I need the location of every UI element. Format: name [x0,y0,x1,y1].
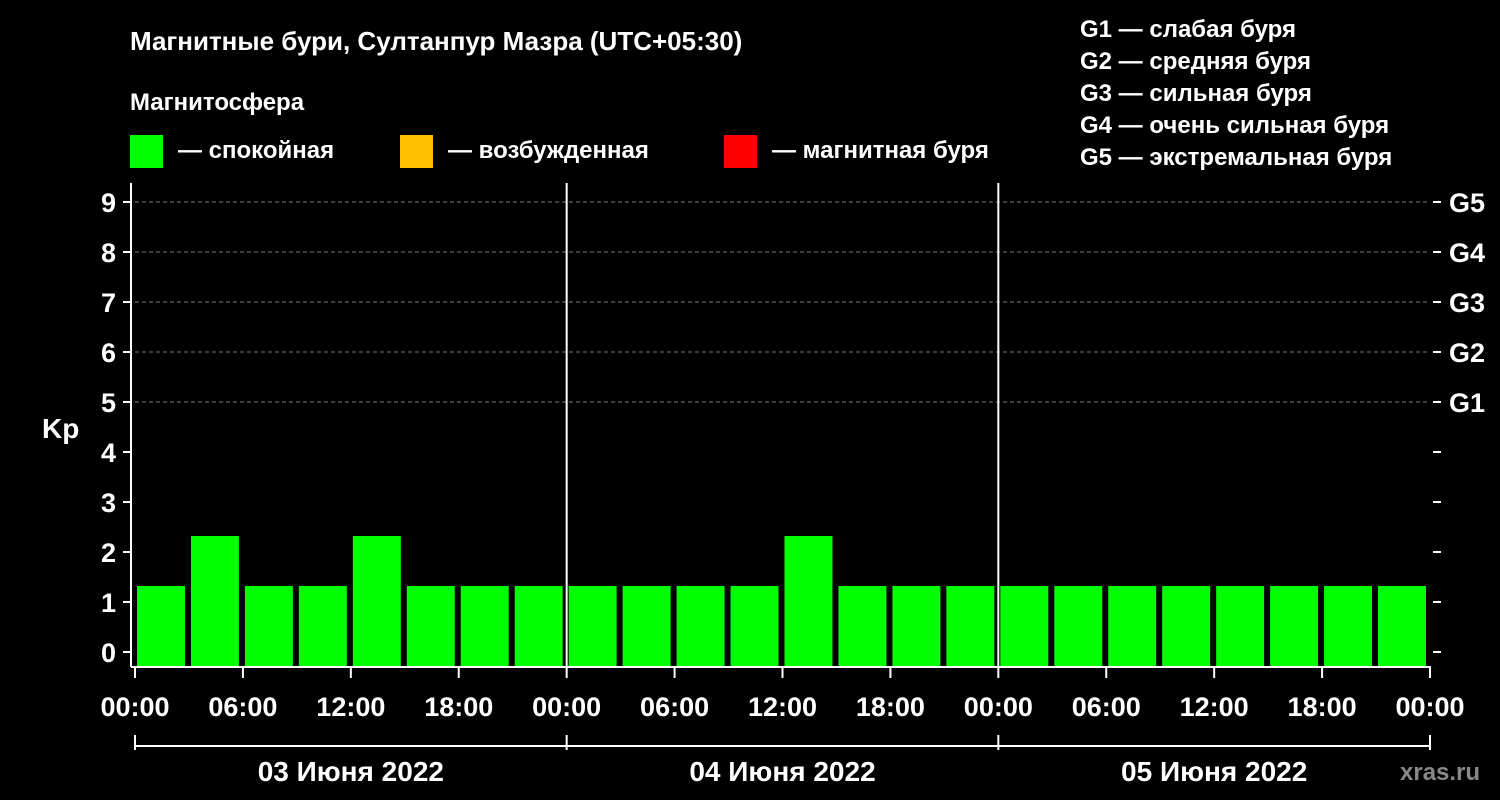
kp-chart: Магнитные бури, Султанпур Мазра (UTC+05:… [42,16,1485,787]
x-tick-label: 00:00 [1395,692,1464,722]
kp-bar [298,586,347,667]
kp-bar [1270,586,1319,667]
g-level-label: G3 [1449,288,1485,318]
g-legend-g5: G5 — экстремальная буря [1080,144,1392,171]
kp-bar [1378,586,1426,667]
x-tick-label: 12:00 [1180,692,1249,722]
kp-bar [892,586,941,667]
y-tick-label: 4 [101,438,116,468]
legend-label-excited: — возбужденная [448,137,649,164]
legend-swatch-excited [400,135,433,168]
g-scale-legend: G1 — слабая буря G2 — средняя буря G3 — … [1080,16,1392,171]
kp-bar [1108,586,1157,667]
legend-swatch-storm [724,135,757,168]
kp-bar [784,536,833,667]
kp-bar [460,586,509,667]
x-tick-label: 00:00 [964,692,1033,722]
y-tick-label: 1 [101,588,116,618]
day-label: 04 Июня 2022 [689,756,875,787]
x-tick-label: 18:00 [856,692,925,722]
y-tick-label: 2 [101,538,116,568]
y-tick-label: 6 [101,338,116,368]
kp-bar [676,586,725,667]
g-legend-g2: G2 — средняя буря [1080,48,1311,75]
y-tick-label: 3 [101,488,116,518]
y-tick-label: 9 [101,188,116,218]
kp-bar [1000,586,1049,667]
tick-labels: 0 1 2 3 4 5 6 7 8 9 G1 G2 G3 G4 G5 00:00 06:00 12:00 18:00… [100,188,1485,787]
g-legend-g1: G1 — слабая буря [1080,16,1296,43]
kp-bar [352,536,401,667]
kp-bar [946,586,995,667]
x-tick-label: 12:00 [748,692,817,722]
kp-bar [622,586,671,667]
y-axis-label: Kp [42,413,79,444]
x-tick-label: 18:00 [1288,692,1357,722]
day-label: 05 Июня 2022 [1121,756,1307,787]
y-tick-label: 5 [101,388,116,418]
bars [137,536,1426,667]
grid-lines [135,201,1430,403]
legend-title: Магнитосфера [130,89,305,116]
day-label: 03 Июня 2022 [258,756,444,787]
g-level-label: G4 [1449,238,1485,268]
x-tick-label: 18:00 [424,692,493,722]
x-tick-label: 06:00 [1072,692,1141,722]
g-legend-g3: G3 — сильная буря [1080,80,1312,107]
chart-title: Магнитные бури, Султанпур Мазра (UTC+05:… [130,26,742,56]
x-tick-label: 06:00 [640,692,709,722]
kp-bar [568,586,617,667]
kp-bar [1324,586,1373,667]
kp-bar [730,586,779,667]
kp-bar [137,586,185,667]
y-tick-label: 0 [101,638,116,668]
g-level-label: G5 [1449,188,1485,218]
g-legend-g4: G4 — очень сильная буря [1080,112,1389,139]
x-tick-label: 06:00 [208,692,277,722]
y-tick-label: 7 [101,288,116,318]
kp-bar [190,536,239,667]
kp-bar [244,586,293,667]
kp-bar [838,586,887,667]
y-tick-label: 8 [101,238,116,268]
kp-bar [1216,586,1265,667]
x-tick-label: 00:00 [532,692,601,722]
legend-swatch-calm [130,135,163,168]
kp-bar [1162,586,1211,667]
legend-label-storm: — магнитная буря [772,137,989,164]
g-level-label: G1 [1449,388,1485,418]
kp-bar [514,586,563,667]
g-level-label: G2 [1449,338,1485,368]
kp-bar [406,586,455,667]
x-tick-label: 12:00 [316,692,385,722]
legend-label-calm: — спокойная [178,137,334,164]
watermark: xras.ru [1400,759,1480,786]
x-tick-label: 00:00 [100,692,169,722]
status-legend: — спокойная — возбужденная — магнитная б… [130,135,989,168]
kp-bar [1054,586,1103,667]
